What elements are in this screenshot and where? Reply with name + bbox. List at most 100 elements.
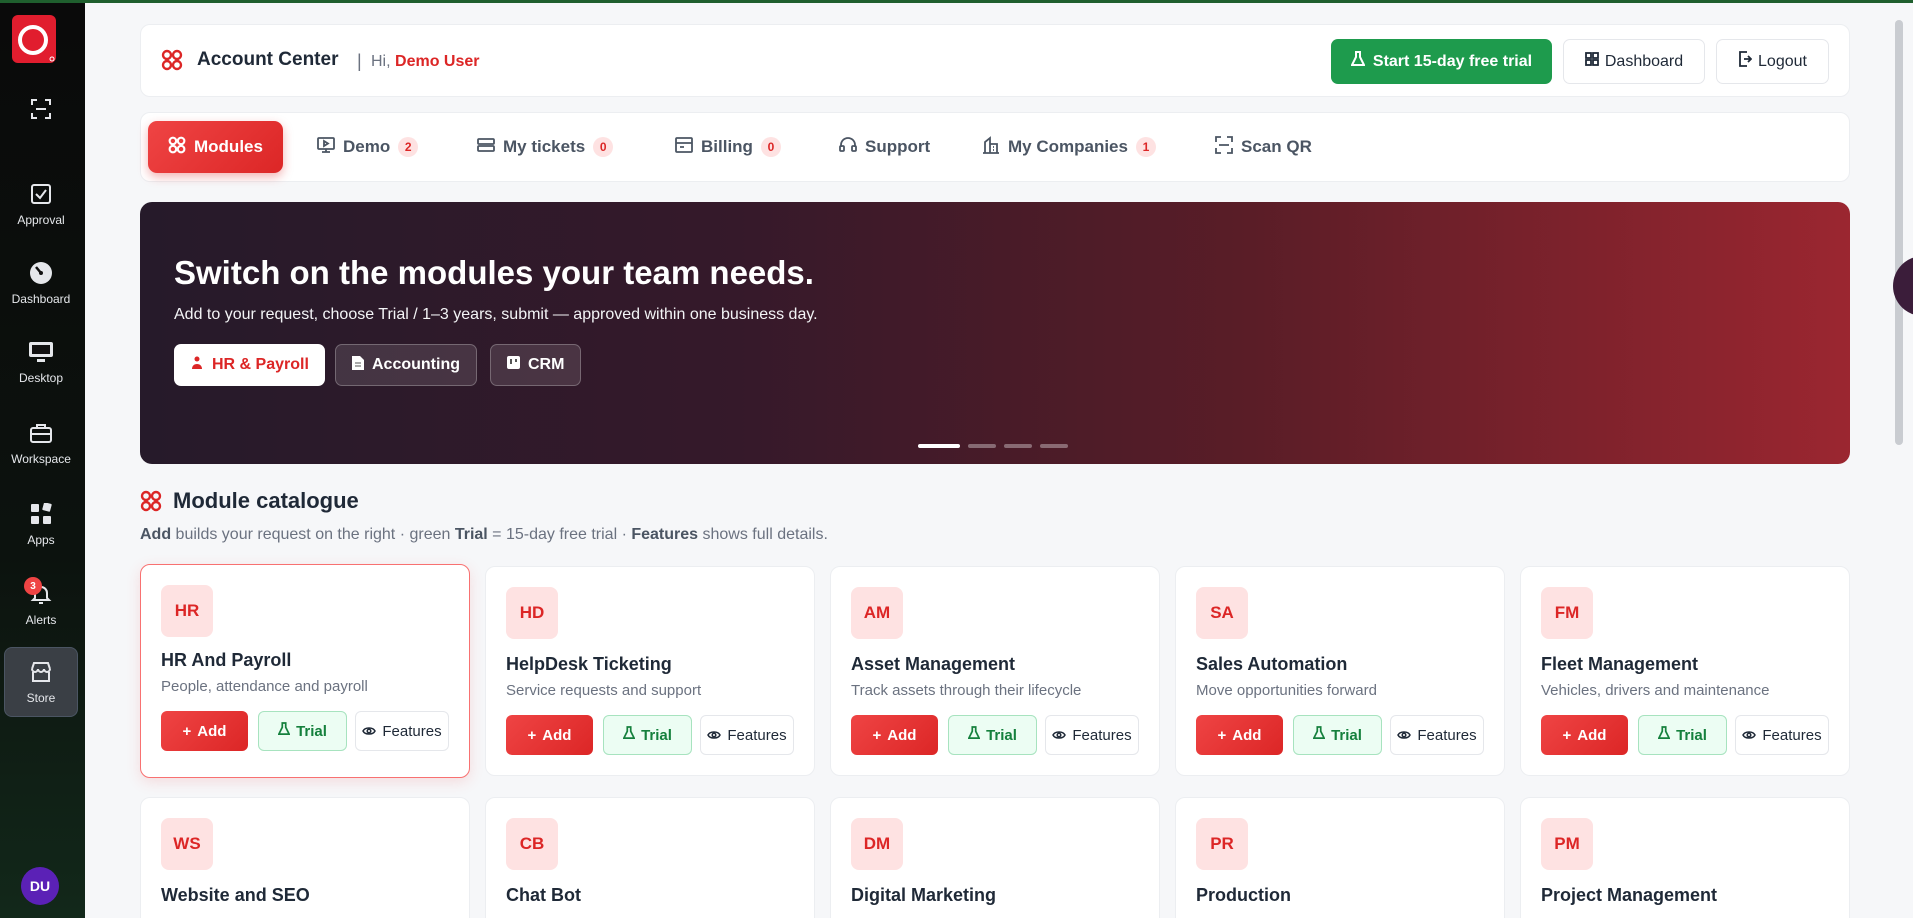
module-card[interactable]: HD HelpDesk Ticketing Service requests and…: [485, 566, 815, 776]
module-name: Asset Management: [851, 654, 1016, 674]
features-module-button[interactable]: Features: [700, 715, 794, 755]
module-abbreviation: HR: [161, 585, 213, 637]
tab-my-tickets[interactable]: My tickets 0: [477, 121, 614, 173]
plus-icon: +: [182, 722, 192, 740]
start-trial-button[interactable]: Start 15-day free trial: [1331, 39, 1552, 84]
user-avatar[interactable]: DU: [21, 867, 59, 905]
module-card[interactable]: FM Fleet Management Vehicles, drivers and …: [1520, 566, 1850, 776]
chip-crm[interactable]: CRM: [490, 344, 582, 386]
add-module-button[interactable]: + Add: [1541, 715, 1628, 755]
module-name: HelpDesk Ticketing: [506, 654, 672, 674]
flask-icon: [1312, 726, 1326, 744]
trial-module-button[interactable]: Trial: [1293, 715, 1382, 755]
add-module-button[interactable]: + Add: [506, 715, 593, 755]
module-card[interactable]: DM Digital Marketing: [830, 797, 1160, 918]
module-description: People, attendance and payroll: [161, 678, 368, 695]
sidebar-item-apps[interactable]: Apps: [4, 489, 78, 559]
tab-billing[interactable]: Billing 0: [675, 121, 781, 173]
module-abbreviation: AM: [851, 587, 903, 639]
module-abbreviation: DM: [851, 818, 903, 870]
module-card[interactable]: AM Asset Management Track assets through t…: [830, 566, 1160, 776]
module-name: Chat Bot: [506, 885, 581, 905]
module-name: Sales Automation: [1196, 654, 1348, 674]
carousel-dot[interactable]: [918, 444, 960, 448]
eye-icon: [1397, 727, 1412, 744]
module-name: Production: [1196, 885, 1291, 905]
sidebar-item-workspace[interactable]: Workspace: [4, 408, 78, 478]
module-name: Website and SEO: [161, 885, 310, 905]
module-card[interactable]: PM Project Management: [1520, 797, 1850, 918]
sidebar-item-approval[interactable]: Approval: [4, 169, 78, 239]
tab-support[interactable]: Support: [839, 121, 930, 173]
trial-module-button[interactable]: Trial: [258, 711, 347, 751]
tickets-count-badge: 0: [593, 137, 614, 157]
plus-icon: +: [872, 726, 882, 744]
add-module-button[interactable]: + Add: [161, 711, 248, 751]
card-icon: [675, 136, 693, 159]
sidebar-item-expand[interactable]: [4, 74, 78, 144]
sidebar-item-dashboard[interactable]: Dashboard: [4, 248, 78, 318]
module-abbreviation: PR: [1196, 818, 1248, 870]
sidebar-item-store[interactable]: Store: [4, 647, 78, 717]
module-abbreviation: HD: [506, 587, 558, 639]
sidebar-item-label: Dashboard: [11, 292, 71, 306]
features-module-button[interactable]: Features: [1390, 715, 1484, 755]
plus-icon: +: [1562, 726, 1572, 744]
eye-icon: [362, 723, 377, 740]
greeting: Hi, Demo User: [371, 53, 480, 70]
tab-my-companies[interactable]: My Companies 1: [982, 121, 1156, 173]
add-module-button[interactable]: + Add: [851, 715, 938, 755]
sidebar-item-alerts[interactable]: 3 Alerts: [4, 569, 78, 639]
add-module-button[interactable]: + Add: [1196, 715, 1283, 755]
app-logo[interactable]: [12, 15, 56, 63]
people-icon: [190, 356, 204, 375]
top-accent-line: [0, 0, 1913, 3]
features-module-button[interactable]: Features: [1045, 715, 1139, 755]
module-card[interactable]: PR Production: [1175, 797, 1505, 918]
module-card[interactable]: SA Sales Automation Move opportunities for…: [1175, 566, 1505, 776]
carousel-dot[interactable]: [968, 444, 996, 448]
apps-grid-icon: [28, 501, 54, 527]
headset-icon: [839, 136, 857, 159]
module-card[interactable]: WS Website and SEO: [140, 797, 470, 918]
sidebar: Approval Dashboard Desktop Workspace App…: [0, 3, 85, 918]
chip-accounting[interactable]: Accounting: [335, 344, 477, 386]
module-card[interactable]: HR HR And Payroll People, attendance and p…: [140, 564, 470, 778]
modules-icon: [140, 490, 162, 512]
features-module-button[interactable]: Features: [1735, 715, 1829, 755]
logout-button[interactable]: Logout: [1716, 39, 1829, 84]
alerts-badge: 3: [24, 577, 42, 595]
trial-module-button[interactable]: Trial: [603, 715, 692, 755]
scrollbar-thumb[interactable]: [1895, 20, 1903, 445]
module-description: Move opportunities forward: [1196, 682, 1377, 699]
carousel-dot[interactable]: [1004, 444, 1032, 448]
dashboard-button[interactable]: Dashboard: [1563, 39, 1705, 84]
module-name: Fleet Management: [1541, 654, 1699, 674]
document-icon: [352, 355, 364, 375]
flask-icon: [277, 722, 291, 740]
module-name: HR And Payroll: [161, 650, 292, 670]
tab-modules[interactable]: Modules: [148, 121, 283, 173]
monitor-icon: [28, 339, 54, 365]
gauge-icon: [28, 260, 54, 286]
chip-hr-payroll[interactable]: HR & Payroll: [174, 344, 325, 386]
eye-icon: [1742, 727, 1757, 744]
account-header: Account Center | Hi, Demo User Start 15-…: [140, 24, 1850, 97]
module-abbreviation: SA: [1196, 587, 1248, 639]
checkbox-icon: [28, 181, 54, 207]
modules-icon: [161, 49, 183, 71]
scan-icon: [1215, 135, 1233, 159]
module-card[interactable]: CB Chat Bot: [485, 797, 815, 918]
hero-subtitle: Add to your request, choose Trial / 1–3 …: [174, 306, 818, 323]
carousel-dot[interactable]: [1040, 444, 1068, 448]
trial-module-button[interactable]: Trial: [1638, 715, 1727, 755]
features-module-button[interactable]: Features: [355, 711, 449, 751]
store-icon: [28, 659, 54, 685]
sidebar-item-desktop[interactable]: Desktop: [4, 327, 78, 397]
eye-icon: [1052, 727, 1067, 744]
trial-module-button[interactable]: Trial: [948, 715, 1037, 755]
tab-scan-qr[interactable]: Scan QR: [1215, 121, 1312, 173]
plus-icon: +: [527, 726, 537, 744]
tab-demo[interactable]: Demo 2: [317, 121, 419, 173]
flask-icon: [1657, 726, 1671, 744]
